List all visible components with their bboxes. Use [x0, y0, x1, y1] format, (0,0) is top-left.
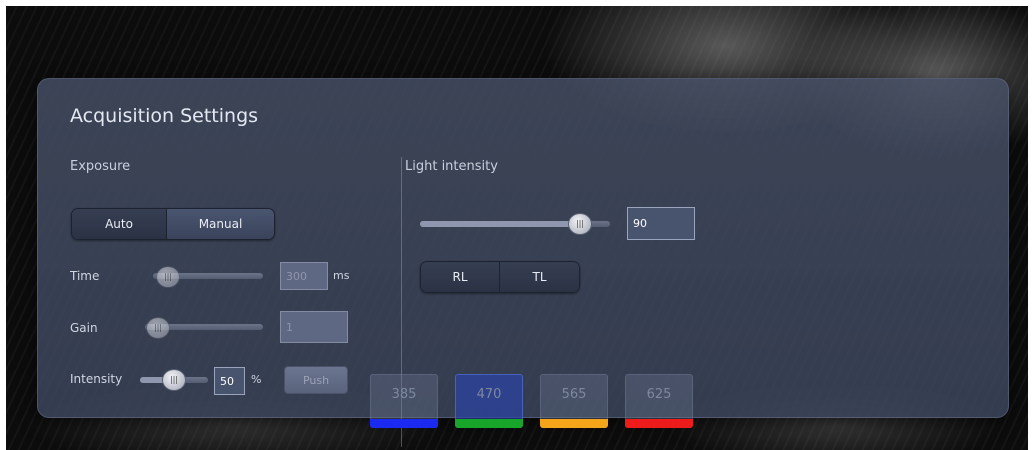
light-source-toggle: RL TL [420, 261, 580, 293]
intensity-value-field[interactable]: 50 [214, 367, 245, 395]
channel-label: 625 [646, 387, 672, 402]
exposure-mode-toggle: Auto Manual [71, 208, 275, 240]
intensity-label: Intensity [70, 372, 123, 386]
channel-470-button[interactable]: 470 [455, 374, 523, 428]
light-intensity-label: Light intensity [405, 159, 498, 174]
tl-button[interactable]: TL [499, 262, 579, 292]
gain-value-field[interactable]: 1 [280, 311, 348, 343]
acquisition-settings-panel: Acquisition Settings Exposure Auto Manua… [37, 78, 1009, 447]
light-intensity-slider-fill [420, 221, 572, 227]
intensity-unit: % [251, 373, 262, 386]
push-button[interactable]: Push [284, 366, 348, 394]
rl-button[interactable]: RL [421, 262, 499, 292]
channel-color-bar [455, 419, 523, 428]
exposure-label: Exposure [70, 159, 131, 174]
time-slider-handle[interactable] [156, 266, 180, 288]
channel-625-button[interactable]: 625 [625, 374, 693, 428]
time-value-field[interactable]: 300 [280, 262, 328, 290]
intensity-slider-handle[interactable] [162, 369, 186, 391]
channel-385-button[interactable]: 385 [370, 374, 438, 428]
gain-label: Gain [70, 321, 98, 335]
manual-button[interactable]: Manual [166, 209, 274, 239]
channel-label: 470 [476, 387, 502, 402]
channel-label: 565 [561, 387, 587, 402]
time-label: Time [70, 269, 100, 283]
channel-label: 385 [391, 387, 417, 402]
channel-color-bar [540, 419, 608, 428]
panel-title: Acquisition Settings [70, 105, 259, 127]
time-unit: ms [333, 269, 350, 282]
channel-565-button[interactable]: 565 [540, 374, 608, 428]
auto-button[interactable]: Auto [72, 209, 166, 239]
channel-color-bar [370, 419, 438, 428]
channel-color-bar [625, 419, 693, 428]
light-intensity-value-field[interactable]: 90 [627, 207, 695, 240]
light-intensity-slider-handle[interactable] [568, 213, 592, 235]
gain-slider-handle[interactable] [146, 317, 170, 339]
